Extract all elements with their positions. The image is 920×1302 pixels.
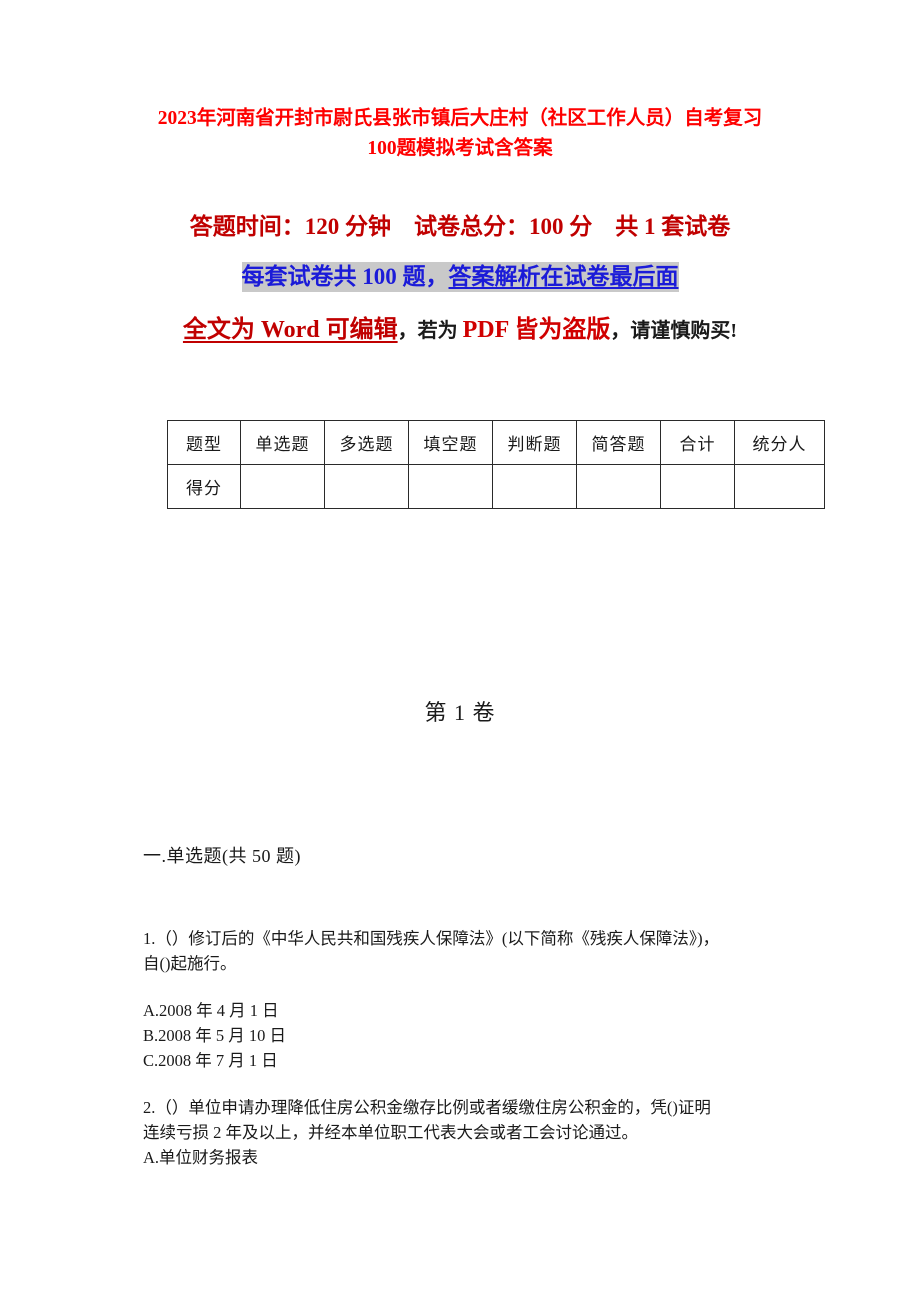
table-header-cell: 简答题 (576, 420, 661, 465)
table-header-cell: 多选题 (324, 420, 409, 465)
question-1: 1.（）修订后的《中华人民共和国残疾人保障法》(以下简称《残疾人保障法》)， 自… (143, 926, 803, 976)
volume-heading: 第 1 卷 (424, 700, 496, 725)
section-heading-single-choice: 一.单选题(共 50 题) (143, 846, 301, 866)
pdf-pirated-note: PDF 皆为盗版 (462, 317, 611, 343)
question-text-line2: 连续亏损 2 年及以上，并经本单位职工代表大会或者工会讨论通过。 (143, 1123, 638, 1142)
table-header-cell: 单选题 (240, 420, 325, 465)
option-c[interactable]: C.2008 年 7 月 1 日 (143, 1048, 803, 1073)
option-b[interactable]: B.2008 年 5 月 10 日 (143, 1023, 803, 1048)
score-cell[interactable] (734, 464, 825, 509)
page-title: 2023年河南省开封市尉氏县张市镇后大庄村（社区工作人员）自考复习100题模拟考… (157, 108, 763, 159)
score-cell[interactable] (492, 464, 577, 509)
score-cell[interactable] (240, 464, 325, 509)
document-page: 2023年河南省开封市尉氏县张市镇后大庄村（社区工作人员）自考复习100题模拟考… (0, 0, 920, 1302)
exam-info-line: 答题时间：120 分钟 试卷总分：100 分 共 1 套试卷 (189, 214, 731, 239)
table-row: 得分 (167, 464, 825, 509)
word-editable-note: 全文为 Word 可编辑 (182, 317, 398, 343)
answer-location-note: 每套试卷共 100 题，答案解析在试卷最后面 (150, 260, 770, 294)
table-header-cell: 合计 (660, 420, 735, 465)
score-cell[interactable] (408, 464, 493, 509)
table-header-cell: 统分人 (734, 420, 825, 465)
answer-note-plain: 每套试卷共 100 题， (241, 262, 449, 292)
score-table: 题型 单选题 多选题 填空题 判断题 简答题 合计 统分人 得分 (167, 420, 825, 509)
warning-text-part2: ，请谨慎购买! (610, 320, 738, 342)
table-row-label: 得分 (167, 464, 241, 509)
score-cell[interactable] (660, 464, 735, 509)
option-a[interactable]: A.2008 年 4 月 1 日 (143, 998, 803, 1023)
question-2: 2.（）单位申请办理降低住房公积金缴存比例或者缓缴住房公积金的，凭()证明 连续… (143, 1095, 803, 1170)
score-cell[interactable] (576, 464, 661, 509)
answer-note-underlined: 答案解析在试卷最后面 (448, 262, 679, 292)
question-1-options: A.2008 年 4 月 1 日 B.2008 年 5 月 10 日 C.200… (143, 998, 803, 1073)
option-a[interactable]: A.单位财务报表 (143, 1145, 803, 1170)
score-cell[interactable] (324, 464, 409, 509)
question-text-line1: 2.（）单位申请办理降低住房公积金缴存比例或者缓缴住房公积金的，凭()证明 (143, 1098, 711, 1117)
table-header-cell: 判断题 (492, 420, 577, 465)
question-text-line2: 自()起施行。 (143, 954, 237, 973)
table-header-cell: 填空题 (408, 420, 493, 465)
table-row-header: 题型 单选题 多选题 填空题 判断题 简答题 合计 统分人 (167, 420, 825, 465)
warning-text-part1: ，若为 (397, 320, 463, 342)
question-text-line1: 1.（）修订后的《中华人民共和国残疾人保障法》(以下简称《残疾人保障法》)， (143, 929, 720, 948)
piracy-warning-note: 全文为 Word 可编辑，若为 PDF 皆为盗版，请谨慎购买! (150, 308, 770, 353)
table-header-cell: 题型 (167, 420, 241, 465)
